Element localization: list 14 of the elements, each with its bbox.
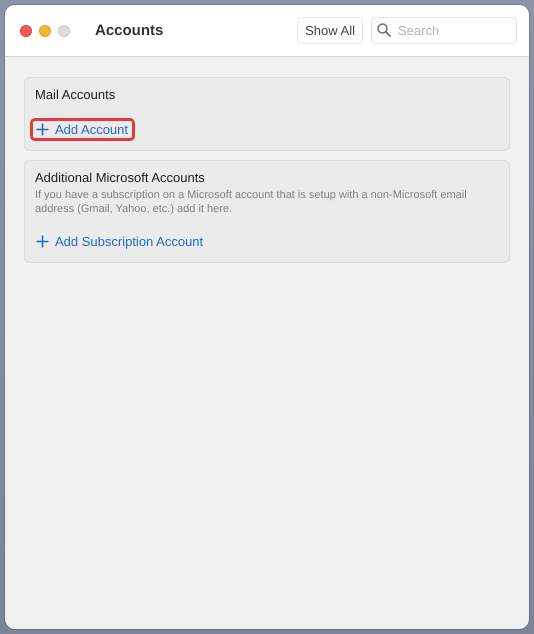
add-link[interactable]: Add Account	[30, 118, 135, 141]
zoom-icon	[58, 24, 70, 36]
search-icon	[377, 23, 391, 37]
section-title: Mail Accounts	[35, 87, 116, 102]
plus-icon	[36, 123, 49, 136]
section-title: Additional Microsoft Accounts	[35, 170, 206, 185]
plus-icon	[36, 235, 49, 248]
section-description: If you have a subscription on a Microsoft account that is setup with a non-Microsoft email address (Gmail, Yahoo, etc.) add it here.	[35, 188, 468, 216]
search-field[interactable]: Search	[371, 17, 517, 44]
close-icon[interactable]	[20, 24, 32, 36]
minimize-icon[interactable]	[39, 24, 51, 36]
show-all-button[interactable]: Show All	[297, 17, 363, 44]
add-link[interactable]: Add Subscription Account	[30, 230, 210, 253]
window-title: Accounts	[95, 22, 164, 39]
